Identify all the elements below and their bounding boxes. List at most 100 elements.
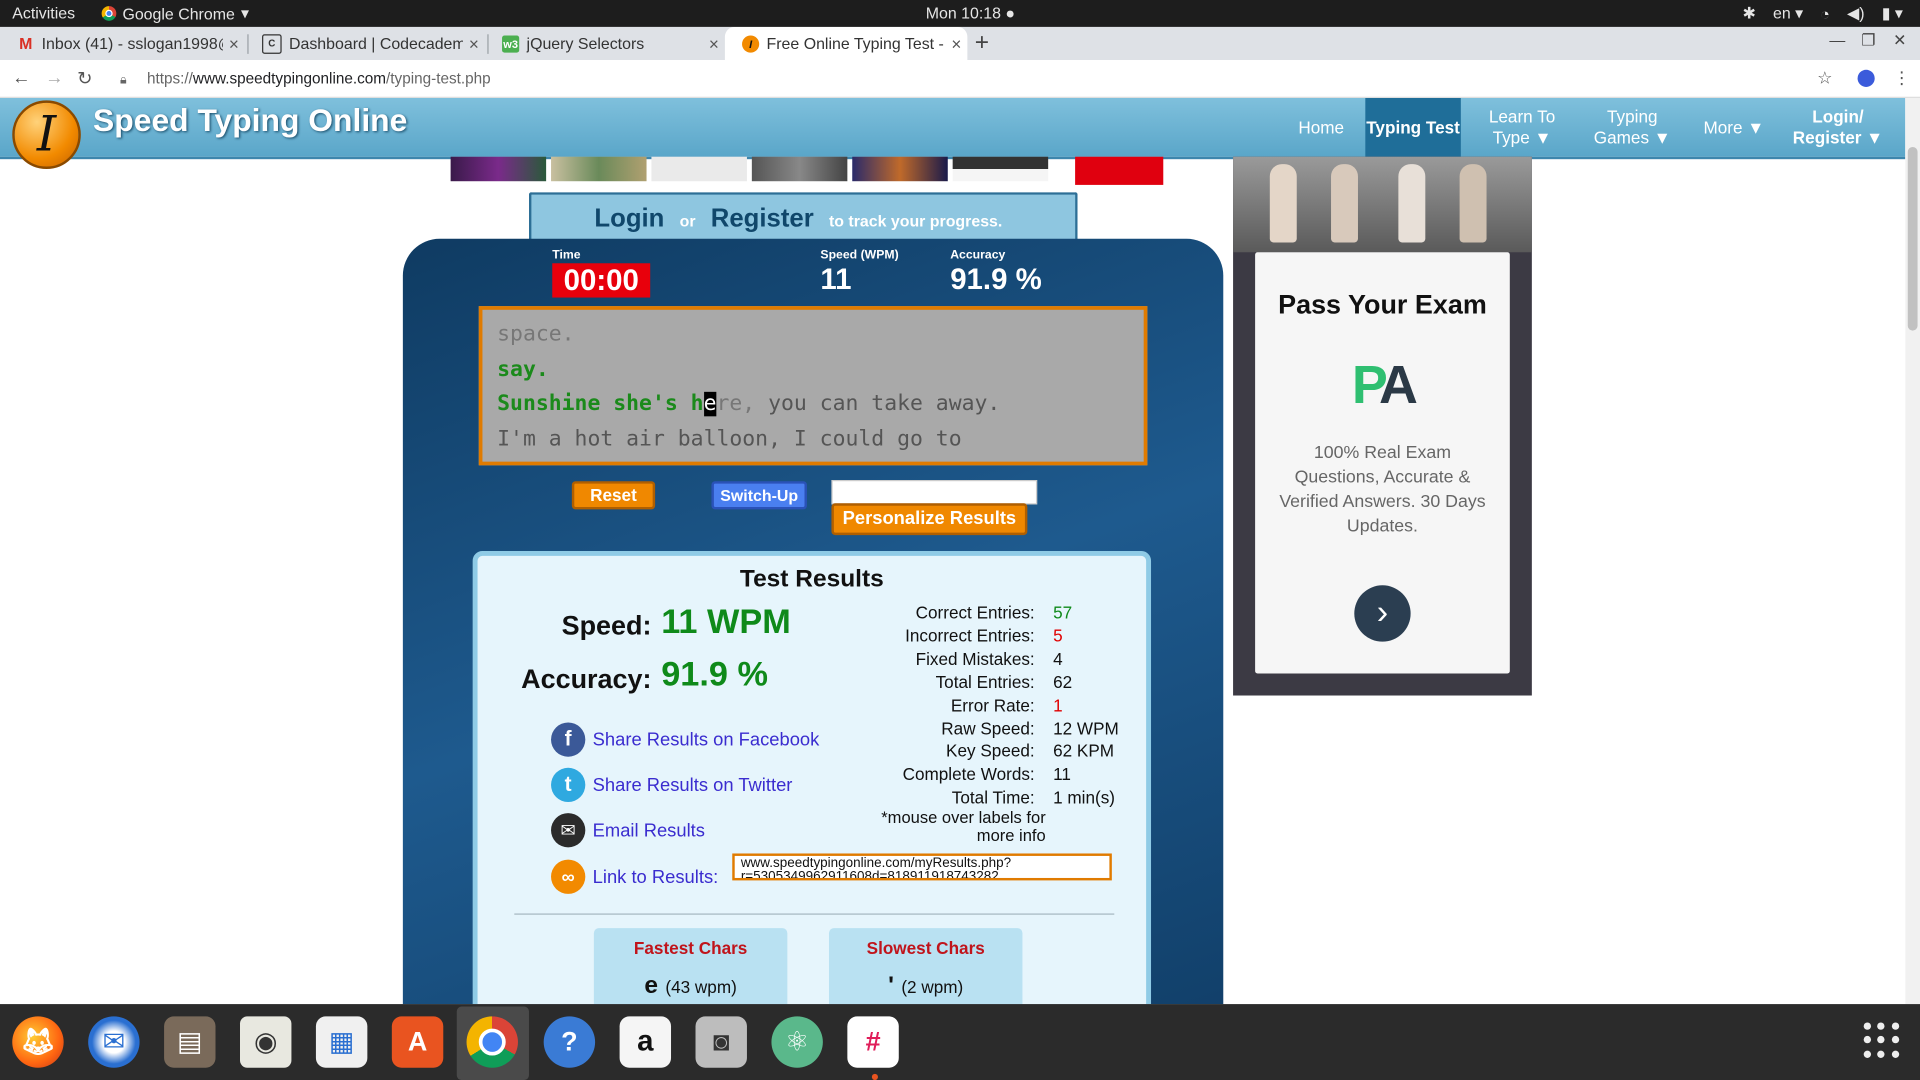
tab-title: Free Online Typing Test - S [766, 34, 946, 53]
chrome-menu-icon[interactable]: ⋮ [1893, 67, 1910, 88]
personalize-results-button[interactable]: Personalize Results [831, 503, 1028, 536]
stat-label[interactable]: Total Entries: [936, 672, 1035, 692]
chrome-icon[interactable] [466, 1016, 518, 1068]
close-icon[interactable]: × [703, 34, 725, 54]
clock-text: Mon 10:18 [925, 3, 1001, 23]
nav-typing-games[interactable]: Typing Games ▼ [1582, 98, 1682, 157]
stat-label[interactable]: Complete Words: [903, 764, 1035, 784]
minimize-button[interactable]: — [1829, 31, 1845, 49]
forward-arrow-icon[interactable]: → [45, 67, 63, 88]
camera-icon[interactable]: ◙ [695, 1016, 747, 1068]
tab-speed-typing[interactable]: I Free Online Typing Test - S × [724, 26, 968, 61]
app-menu[interactable]: Google Chrome ▾ [101, 4, 249, 24]
amazon-icon[interactable]: a [619, 1016, 672, 1068]
stat-label[interactable]: Fixed Mistakes: [916, 649, 1035, 669]
tab-gmail[interactable]: M Inbox (41) - sslogan1998@ × [0, 27, 245, 60]
thumbnail[interactable] [751, 156, 848, 182]
firefox-icon[interactable]: 🦊︎ [12, 1016, 64, 1068]
sidebar-ad[interactable]: Pass Your Exam PA 100% Real Exam Questio… [1233, 156, 1532, 696]
tab-jquery-selectors[interactable]: w3 jQuery Selectors × [485, 27, 725, 60]
site-title[interactable]: Speed Typing Online [93, 102, 407, 140]
tab-codecademy[interactable]: C Dashboard | Codecademy × [245, 27, 485, 60]
reload-icon[interactable]: ↻ [77, 67, 92, 90]
atom-icon[interactable]: ⚛ [771, 1016, 823, 1068]
chevron-right-icon[interactable]: › [1354, 585, 1411, 642]
slack-tray-icon[interactable]: ✱ [1742, 4, 1755, 24]
name-input[interactable] [831, 480, 1038, 505]
speed-result-label: Speed: [561, 609, 652, 641]
activities-button[interactable]: Activities [12, 4, 75, 22]
window-close-button[interactable]: ✕ [1893, 31, 1906, 51]
language-indicator[interactable]: en ▾ [1773, 4, 1803, 24]
login-link[interactable]: Login [594, 204, 664, 232]
email-results-link[interactable]: Email Results [593, 820, 705, 841]
url-field[interactable]: 🔒︎ https://www.speedtypingonline.com/typi… [108, 65, 1835, 92]
new-tab-button[interactable]: + [975, 29, 989, 57]
banner-ad-fragment[interactable] [1075, 156, 1164, 185]
facebook-icon: f [551, 722, 586, 757]
reset-button[interactable]: Reset [571, 481, 656, 510]
nav-login-register[interactable]: Login/ Register ▼ [1785, 98, 1890, 157]
switch-up-button[interactable]: Switch-Up [711, 481, 807, 510]
stat-label[interactable]: Total Time: [952, 788, 1035, 808]
rhythmbox-icon[interactable]: ◉ [240, 1016, 292, 1068]
files-icon[interactable]: ▤ [164, 1016, 216, 1068]
link-results[interactable]: ∞ Link to Results: [551, 858, 718, 895]
thumbnail[interactable] [551, 156, 647, 182]
app-menu-label: Google Chrome [122, 4, 235, 23]
stat-label[interactable]: Key Speed: [946, 741, 1035, 761]
email-results[interactable]: ✉ Email Results [551, 812, 705, 849]
close-icon[interactable]: × [223, 34, 245, 54]
nav-learn-to-type[interactable]: Learn To Type ▼ [1469, 98, 1574, 157]
stat-label[interactable]: Correct Entries: [916, 602, 1035, 622]
software-center-icon[interactable]: A [391, 1016, 444, 1068]
thumbnail[interactable] [651, 156, 747, 182]
help-icon[interactable]: ? [543, 1016, 596, 1068]
text-line: space. [497, 322, 575, 347]
stat-label[interactable]: Incorrect Entries: [905, 626, 1035, 646]
show-applications-icon[interactable] [1863, 1022, 1901, 1059]
back-arrow-icon[interactable]: ← [12, 67, 30, 88]
nav-more[interactable]: More ▼ [1695, 98, 1773, 157]
mouse-over-note: *mouse over labels for more info [881, 808, 1046, 845]
slack-icon[interactable]: # [847, 1016, 899, 1068]
share-twitter[interactable]: t Share Results on Twitter [551, 767, 792, 804]
volume-icon[interactable]: ◀) [1847, 4, 1865, 24]
libreoffice-impress-icon[interactable]: ▦ [315, 1016, 368, 1068]
results-link-field[interactable]: www.speedtypingonline.com/myResults.php?… [732, 853, 1112, 881]
fastest-char: e [644, 972, 659, 1000]
close-icon[interactable]: × [945, 34, 967, 54]
nav-home[interactable]: Home [1283, 98, 1359, 157]
typing-text-area[interactable]: space. say. Sunshine she's here, you can… [478, 306, 1148, 466]
restore-button[interactable]: ❐ [1861, 31, 1875, 51]
thumbnail[interactable] [852, 156, 948, 182]
share-facebook[interactable]: f Share Results on Facebook [551, 721, 819, 758]
close-icon[interactable]: × [463, 34, 485, 54]
register-link[interactable]: Register [711, 204, 814, 232]
share-twitter-link[interactable]: Share Results on Twitter [593, 774, 793, 795]
banner-thumbnails[interactable] [450, 156, 1063, 182]
scrollbar-thumb[interactable] [1907, 146, 1918, 331]
ad-logo-p: P [1351, 355, 1384, 416]
thunderbird-icon[interactable]: ✉ [88, 1016, 140, 1068]
page-viewport: Speed Typing Online Home Typing Test Lea… [0, 97, 1906, 1005]
wifi-icon[interactable]: ◔ [1820, 4, 1830, 22]
site-logo[interactable]: I [12, 100, 81, 169]
page-scrollbar[interactable] [1905, 97, 1920, 1005]
bookmark-star-icon[interactable]: ☆ [1817, 67, 1832, 88]
timer-display: 00:00 [552, 263, 651, 298]
battery-icon[interactable]: ▮ ▾ [1882, 4, 1903, 24]
ad-card[interactable]: Pass Your Exam PA 100% Real Exam Questio… [1255, 252, 1510, 674]
extension-icon[interactable] [1857, 69, 1875, 87]
login-bar: Login or Register to track your progress… [528, 192, 1078, 242]
stat-label[interactable]: Error Rate: [951, 695, 1035, 715]
system-tray[interactable]: ✱ en ▾ ◔ ◀) ▮ ▾ [1742, 4, 1902, 24]
results-divider [514, 913, 1115, 915]
nav-typing-test[interactable]: Typing Test [1365, 97, 1461, 157]
thumbnail[interactable] [450, 156, 547, 182]
clock[interactable]: Mon 10:18 ● [926, 4, 1015, 22]
share-facebook-link[interactable]: Share Results on Facebook [593, 729, 820, 750]
stat-label[interactable]: Raw Speed: [941, 718, 1034, 738]
text-line: I'm a hot air balloon, I could go to [497, 426, 962, 452]
thumbnail[interactable] [952, 156, 1049, 182]
